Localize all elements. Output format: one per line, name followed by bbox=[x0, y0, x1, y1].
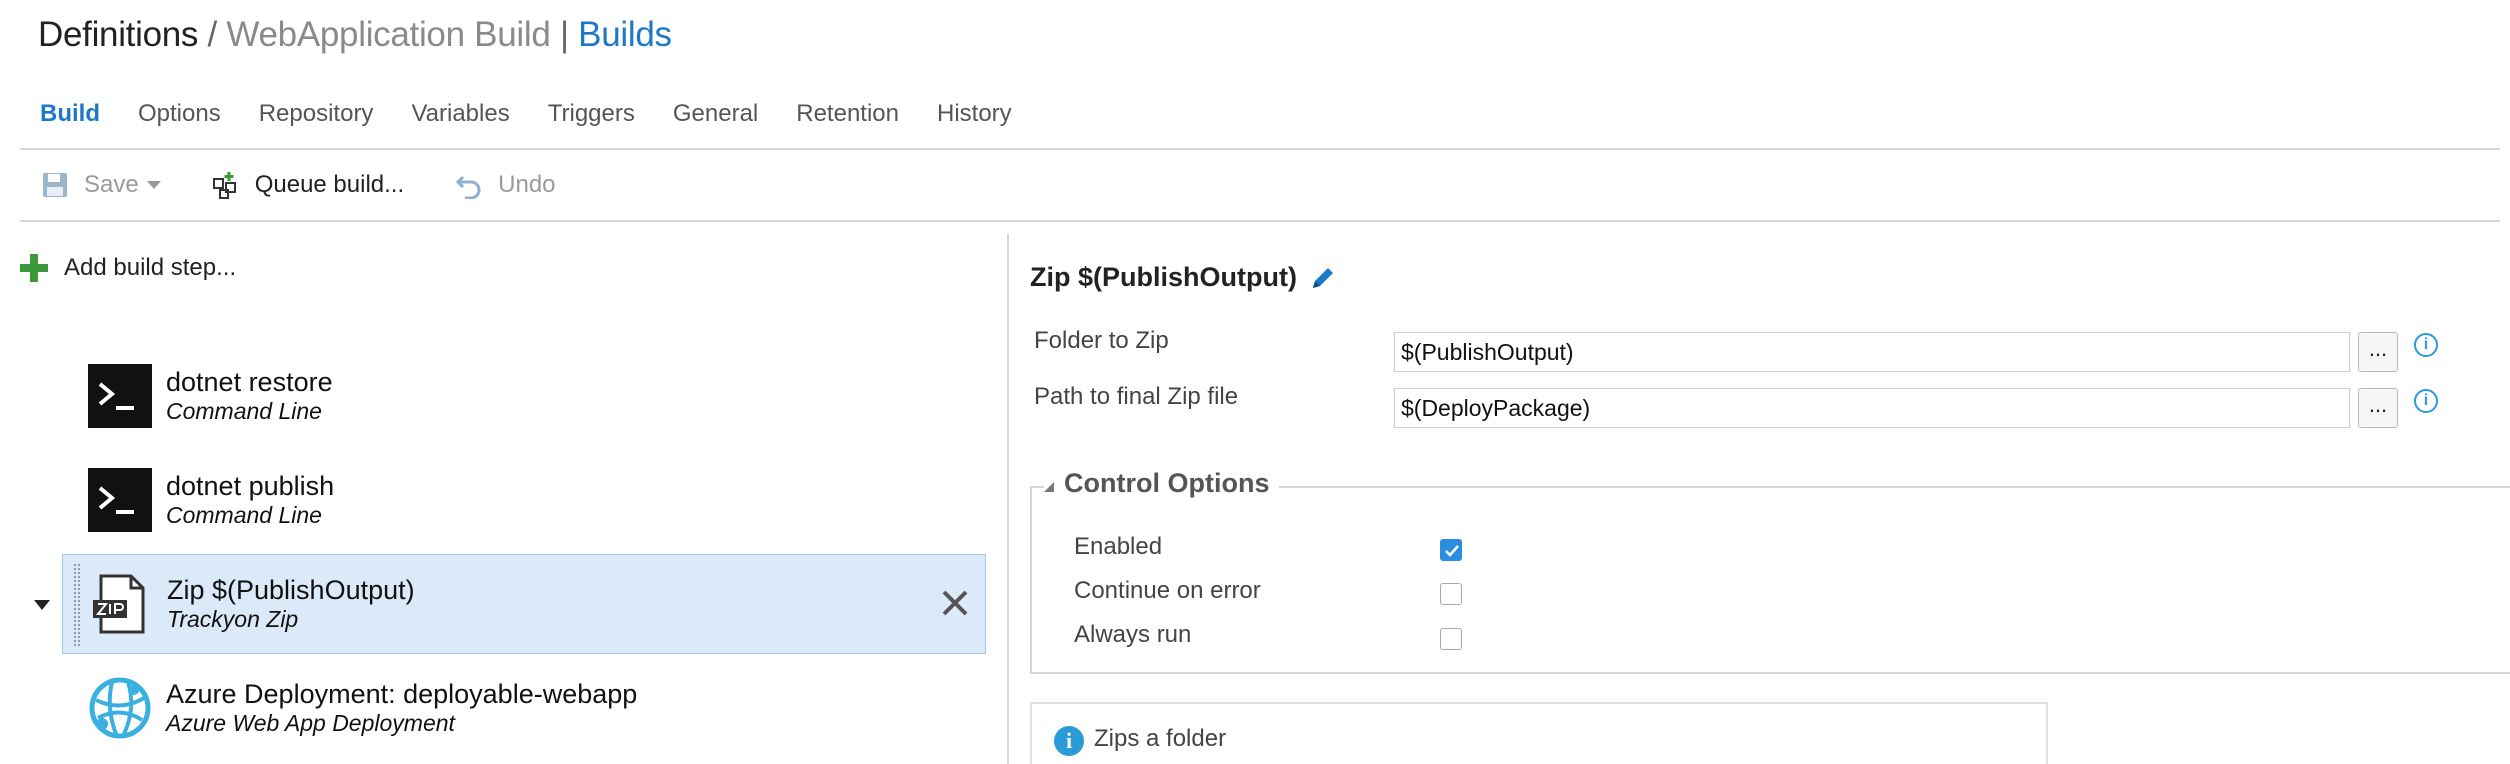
step-type: Command Line bbox=[166, 398, 322, 424]
queue-build-icon bbox=[211, 170, 241, 200]
tab-triggers[interactable]: Triggers bbox=[548, 98, 635, 130]
remove-step-close-icon[interactable] bbox=[937, 585, 973, 621]
folder-to-zip-input[interactable]: $(PublishOutput) bbox=[1394, 332, 2350, 372]
always-run-label: Always run bbox=[1074, 621, 1192, 648]
enabled-label: Enabled bbox=[1074, 533, 1163, 560]
terminal-icon bbox=[88, 364, 152, 428]
save-label: Save bbox=[84, 171, 139, 198]
zip-file-icon bbox=[89, 572, 153, 636]
zip-path-input[interactable]: $(DeployPackage) bbox=[1394, 388, 2350, 428]
save-button[interactable]: Save bbox=[40, 170, 161, 200]
task-help-text: Zips a folder bbox=[1094, 725, 1227, 752]
undo-label: Undo bbox=[498, 171, 556, 198]
toolbar: Save Queue build... Undo bbox=[40, 168, 606, 202]
info-icon[interactable]: i bbox=[2414, 389, 2438, 413]
folder-to-zip-label: Folder to Zip bbox=[1034, 327, 1169, 354]
enabled-checkbox[interactable] bbox=[1440, 539, 1462, 561]
info-icon: i bbox=[1054, 726, 1084, 756]
step-name: dotnet restore bbox=[166, 367, 333, 397]
build-step-zip-publish-output[interactable]: Zip $(PublishOutput) Trackyon Zip bbox=[62, 554, 986, 654]
info-icon[interactable]: i bbox=[2414, 333, 2438, 357]
continue-on-error-label: Continue on error bbox=[1074, 577, 1261, 604]
step-type: Trackyon Zip bbox=[167, 606, 299, 632]
zip-path-label: Path to final Zip file bbox=[1034, 383, 1239, 410]
breadcrumb-separator: / bbox=[198, 15, 227, 54]
add-build-step-label: Add build step... bbox=[64, 254, 237, 281]
build-step-dotnet-publish[interactable]: dotnet publish Command Line bbox=[62, 450, 986, 550]
tab-repository[interactable]: Repository bbox=[259, 98, 374, 130]
tab-general[interactable]: General bbox=[673, 98, 758, 130]
control-options-title: Control Options bbox=[1064, 468, 1270, 498]
page-title: Definitions / WebApplication Build | Bui… bbox=[38, 12, 672, 58]
tab-history[interactable]: History bbox=[937, 98, 1012, 130]
add-build-step-button[interactable]: Add build step... bbox=[20, 254, 236, 282]
breadcrumb-definitions[interactable]: Definitions bbox=[38, 15, 198, 54]
tabs-divider bbox=[20, 148, 2500, 150]
always-run-checkbox[interactable] bbox=[1440, 628, 1462, 650]
plus-icon bbox=[20, 254, 48, 282]
step-name: Zip $(PublishOutput) bbox=[167, 575, 415, 605]
definition-tabs: Build Options Repository Variables Trigg… bbox=[40, 98, 1050, 130]
step-type: Azure Web App Deployment bbox=[166, 710, 455, 736]
drag-handle-icon[interactable] bbox=[73, 563, 81, 647]
undo-button[interactable]: Undo bbox=[454, 170, 556, 200]
browse-folder-button[interactable]: ... bbox=[2358, 332, 2398, 372]
terminal-icon bbox=[88, 468, 152, 532]
queue-build-label: Queue build... bbox=[254, 171, 405, 198]
browse-zip-path-button[interactable]: ... bbox=[2358, 388, 2398, 428]
task-title: Zip $(PublishOutput) bbox=[1030, 262, 1337, 293]
pencil-edit-icon[interactable] bbox=[1309, 264, 1337, 292]
title-divider: | bbox=[550, 15, 579, 54]
build-step-dotnet-restore[interactable]: dotnet restore Command Line bbox=[62, 346, 986, 446]
control-options-header[interactable]: Control Options bbox=[1044, 468, 1280, 499]
tab-retention[interactable]: Retention bbox=[796, 98, 899, 130]
builds-link[interactable]: Builds bbox=[578, 15, 672, 54]
collapse-triangle-icon bbox=[1044, 481, 1054, 492]
build-step-azure-deployment[interactable]: Azure Deployment: deployable-webapp Azur… bbox=[62, 658, 986, 758]
tab-build[interactable]: Build bbox=[40, 98, 100, 130]
pane-splitter[interactable] bbox=[1007, 234, 1009, 764]
queue-build-button[interactable]: Queue build... bbox=[211, 170, 404, 200]
save-dropdown-caret-icon[interactable] bbox=[146, 181, 161, 189]
task-title-text: Zip $(PublishOutput) bbox=[1030, 262, 1297, 292]
step-expander-caret-icon[interactable] bbox=[34, 600, 50, 610]
definition-name: WebApplication Build bbox=[226, 15, 551, 54]
tab-options[interactable]: Options bbox=[138, 98, 221, 130]
step-name: dotnet publish bbox=[166, 471, 335, 501]
undo-icon bbox=[454, 170, 484, 200]
save-icon bbox=[40, 170, 70, 200]
azure-web-app-icon bbox=[88, 676, 152, 740]
step-type: Command Line bbox=[166, 502, 322, 528]
toolbar-divider bbox=[20, 220, 2500, 222]
continue-on-error-checkbox[interactable] bbox=[1440, 583, 1462, 605]
step-name: Azure Deployment: deployable-webapp bbox=[166, 679, 638, 709]
checkmark-icon bbox=[1445, 545, 1459, 557]
tab-variables[interactable]: Variables bbox=[411, 98, 509, 130]
